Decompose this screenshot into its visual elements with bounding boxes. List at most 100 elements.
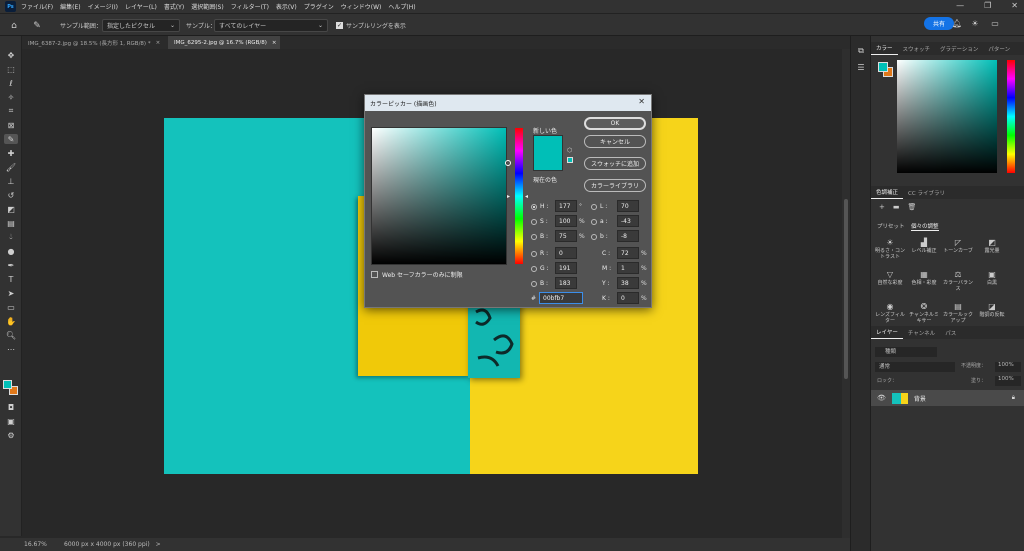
color-panel-field[interactable] <box>897 60 997 173</box>
tab-patterns[interactable]: パターン <box>983 45 1015 55</box>
visibility-eye-icon[interactable]: 👁︎ <box>877 394 886 402</box>
tab-color[interactable]: カラー <box>871 44 898 55</box>
history-panel-icon[interactable]: ⧉ <box>854 46 868 56</box>
blue-input[interactable]: 183 <box>555 277 577 289</box>
tab-document-2[interactable]: IMG_6295-2.jpg @ 16.7% (RGB/8) × <box>168 36 280 49</box>
menu-file[interactable]: ファイル(F) <box>21 2 53 11</box>
radio-b[interactable] <box>531 234 537 240</box>
notification-bell-icon[interactable]: 🔔︎ <box>952 17 962 29</box>
eyedropper-tool-icon[interactable]: ✎ <box>30 19 44 32</box>
radio-lab-b[interactable] <box>591 234 597 240</box>
radio-r[interactable] <box>531 251 537 257</box>
m-input[interactable]: 1 <box>617 262 639 274</box>
foreground-color-swatch[interactable] <box>3 380 12 389</box>
path-select-icon[interactable]: ➤ <box>4 288 18 298</box>
crop-tool-icon[interactable]: ⌗ <box>4 106 18 116</box>
maximize-button[interactable]: ❐ <box>984 1 991 10</box>
adj-exposure[interactable]: ◩ 露光量 <box>975 238 1009 254</box>
adj-color-balance[interactable]: ⚖ カラーバランス <box>941 270 975 292</box>
screen-mode-icon[interactable]: ▣ <box>4 416 18 426</box>
menu-view[interactable]: 表示(V) <box>276 2 297 11</box>
h-input[interactable]: 177 <box>555 200 577 212</box>
eraser-tool-icon[interactable]: ◩ <box>4 204 18 214</box>
b-input[interactable]: 75 <box>555 230 577 242</box>
adj-invert[interactable]: ◪ 階調の反転 <box>975 302 1009 318</box>
trash-icon[interactable]: 🗑︎ <box>908 203 917 211</box>
radio-h[interactable] <box>531 204 537 210</box>
add-to-swatches-button[interactable]: スウォッチに追加 <box>584 157 646 170</box>
hex-input[interactable]: 00bfb7 <box>539 292 583 304</box>
properties-panel-icon[interactable]: ☰ <box>854 62 868 72</box>
dialog-close-button[interactable]: ✕ <box>638 97 645 106</box>
radio-s[interactable] <box>531 219 537 225</box>
l-input[interactable]: 70 <box>617 200 639 212</box>
vertical-scrollbar[interactable] <box>842 49 850 538</box>
adj-photo-filter[interactable]: ◉ レンズフィルター <box>873 302 907 324</box>
clone-stamp-icon[interactable]: ⊥ <box>4 176 18 186</box>
adj-curves[interactable]: ◸ トーンカーブ <box>941 238 975 254</box>
opacity-input[interactable]: 100% <box>995 362 1021 372</box>
eyedropper-icon[interactable]: ✎ <box>4 134 18 144</box>
tab-paths[interactable]: パス <box>940 329 961 339</box>
menu-select[interactable]: 選択範囲(S) <box>191 2 224 11</box>
radio-g[interactable] <box>531 266 537 272</box>
marquee-tool-icon[interactable]: ⬚ <box>4 64 18 74</box>
type-tool-icon[interactable]: T <box>4 274 18 284</box>
sample-size-select[interactable]: 指定したピクセル ⌄ <box>102 19 180 32</box>
minimize-button[interactable]: — <box>956 1 964 10</box>
workspace-icon[interactable]: ▭ <box>990 17 1000 29</box>
radio-l[interactable] <box>591 204 597 210</box>
hand-tool-icon[interactable]: ✋ <box>4 316 18 326</box>
c-input[interactable]: 72 <box>617 247 639 259</box>
share-button[interactable]: 共有 <box>924 17 954 30</box>
menu-edit[interactable]: 編集(E) <box>60 2 80 11</box>
more-tools-icon[interactable]: ⋯ <box>4 344 18 354</box>
adj-channel-mixer[interactable]: ❂ チャンネルミキサー <box>907 302 941 324</box>
panel-foreground-swatch[interactable] <box>878 62 888 72</box>
scroll-thumb[interactable] <box>844 199 848 379</box>
a-input[interactable]: -43 <box>617 215 639 227</box>
rectangle-tool-icon[interactable]: ▭ <box>4 302 18 312</box>
close-icon[interactable]: × <box>156 40 161 46</box>
zoom-tool-icon[interactable]: 🔍︎ <box>4 330 18 340</box>
cancel-button[interactable]: キャンセル <box>584 135 646 148</box>
fill-input[interactable]: 100% <box>995 376 1021 386</box>
s-input[interactable]: 100 <box>555 215 577 227</box>
g-input[interactable]: 191 <box>555 262 577 274</box>
y-input[interactable]: 38 <box>617 277 639 289</box>
edit-toolbar-icon[interactable]: ⚙ <box>4 430 18 440</box>
tab-cc-libraries[interactable]: CC ライブラリ <box>903 189 950 199</box>
menu-plugins[interactable]: プラグイン <box>304 2 334 11</box>
discover-lightbulb-icon[interactable]: ☀ <box>970 17 980 29</box>
tab-document-1[interactable]: IMG_6387-2.jpg @ 18.5% (長方形 1, RGB/8) * × <box>22 36 168 49</box>
folder-icon[interactable]: ▬ <box>893 203 900 211</box>
radio-a[interactable] <box>591 219 597 225</box>
add-icon[interactable]: + <box>879 203 885 211</box>
brush-tool-icon[interactable]: 🖌︎ <box>4 162 18 172</box>
dodge-tool-icon[interactable]: ● <box>4 246 18 256</box>
zoom-level[interactable]: 16.67% <box>24 541 58 548</box>
history-brush-icon[interactable]: ↺ <box>4 190 18 200</box>
pen-tool-icon[interactable]: ✒ <box>4 260 18 270</box>
tab-channels[interactable]: チャンネル <box>903 329 940 339</box>
quick-mask-icon[interactable]: ◘ <box>4 402 18 412</box>
move-tool-icon[interactable]: ✥ <box>4 50 18 60</box>
layer-kind-filter[interactable]: 種類 <box>875 347 937 357</box>
menu-image[interactable]: イメージ(I) <box>88 2 118 11</box>
color-libraries-button[interactable]: カラーライブラリ <box>584 179 646 192</box>
radio-blue[interactable] <box>531 281 537 287</box>
color-panel-hue-slider[interactable] <box>1007 60 1015 173</box>
menu-type[interactable]: 書式(Y) <box>164 2 184 11</box>
subtab-presets[interactable]: プリセット <box>877 222 905 230</box>
tab-layers[interactable]: レイヤー <box>871 328 903 339</box>
subtab-individual[interactable]: 個々の調整 <box>911 222 939 231</box>
r-input[interactable]: 0 <box>555 247 577 259</box>
menu-window[interactable]: ウィンドウ(W) <box>341 2 382 11</box>
healing-brush-icon[interactable]: ✚ <box>4 148 18 158</box>
adj-black-white[interactable]: ▣ 白黒 <box>975 270 1009 286</box>
quick-select-tool-icon[interactable]: ✧ <box>4 92 18 102</box>
status-menu-arrow[interactable]: > <box>156 541 161 548</box>
menu-help[interactable]: ヘルプ(H) <box>388 2 415 11</box>
web-safe-warning-swatch[interactable] <box>567 157 573 163</box>
hue-slider[interactable] <box>515 128 523 264</box>
